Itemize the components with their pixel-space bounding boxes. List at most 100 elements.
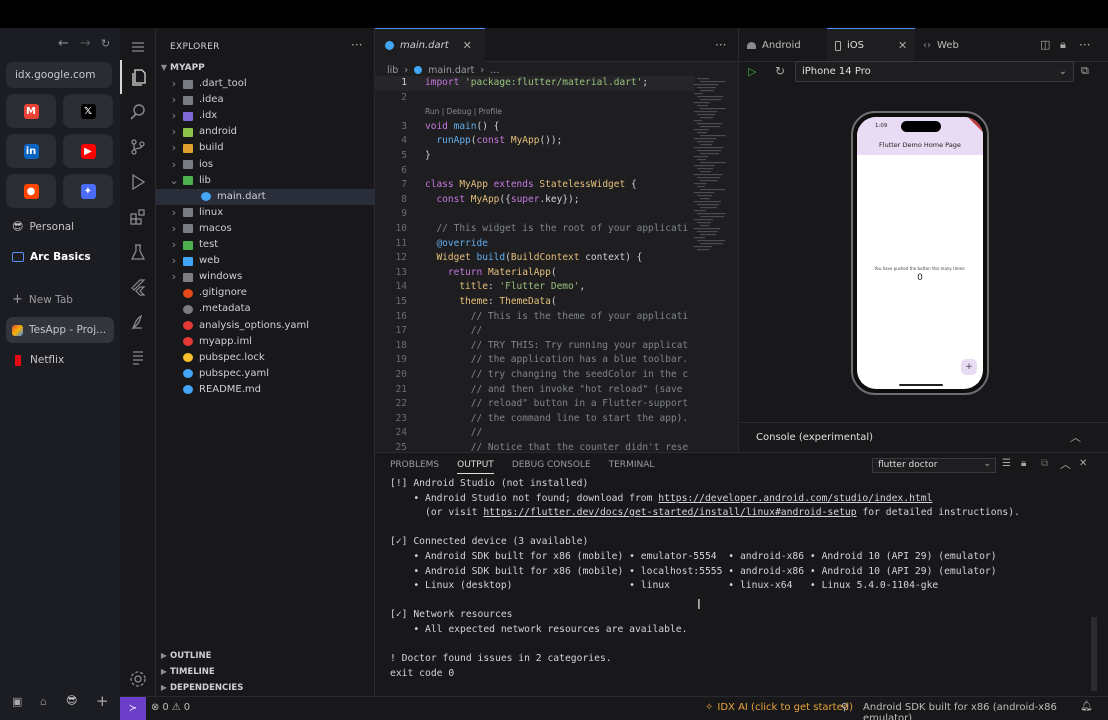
- code-line[interactable]: 3 void main() {: [375, 120, 695, 135]
- code-line[interactable]: 18 // TRY THIS: Try running your applica…: [375, 339, 695, 354]
- favorite-linkedin[interactable]: in: [6, 134, 56, 168]
- space-arc-basics[interactable]: Arc Basics: [6, 244, 114, 270]
- tree-item[interactable]: › .dart_tool: [156, 76, 375, 92]
- tree-item[interactable]: › android: [156, 124, 375, 140]
- close-icon[interactable]: ✕: [463, 39, 472, 52]
- flutter-icon[interactable]: [120, 270, 156, 304]
- tab-netflix[interactable]: Netflix: [6, 347, 114, 373]
- tree-item[interactable]: main.dart: [156, 188, 375, 205]
- code-line[interactable]: 13 return MaterialApp(: [375, 266, 695, 281]
- console-header[interactable]: Console (experimental) ︿: [739, 422, 1108, 452]
- search-icon[interactable]: [120, 95, 156, 129]
- run-debug-icon[interactable]: [120, 165, 156, 199]
- url-bar[interactable]: idx.google.com: [6, 62, 112, 88]
- tree-item[interactable]: › macos: [156, 221, 375, 237]
- source-control-icon[interactable]: [120, 130, 156, 164]
- code-line[interactable]: 9: [375, 207, 695, 222]
- tab-debug-console[interactable]: DEBUG CONSOLE: [512, 460, 591, 474]
- add-icon[interactable]: +: [96, 692, 109, 710]
- tab-ios[interactable]: iOS ✕: [827, 28, 915, 62]
- close-icon[interactable]: ✕: [1079, 458, 1087, 469]
- profile-personal[interactable]: 😎 Personal: [6, 214, 114, 240]
- code-line[interactable]: 2: [375, 91, 695, 106]
- code-line[interactable]: 21 // and then invoke "hot reload" (save: [375, 383, 695, 398]
- favorite-youtube[interactable]: ▶: [63, 134, 113, 168]
- code-line[interactable]: 4 runApp(const MyApp());: [375, 134, 695, 149]
- explorer-icon[interactable]: [120, 60, 156, 94]
- more-actions-icon[interactable]: ···: [351, 38, 362, 52]
- tree-item[interactable]: › test: [156, 237, 375, 253]
- tree-item[interactable]: pubspec.lock: [156, 350, 375, 366]
- code-line[interactable]: 7 class MyApp extends StatelessWidget {: [375, 178, 695, 193]
- code-line[interactable]: 20 // try changing the seedColor in the …: [375, 368, 695, 383]
- tree-item[interactable]: › web: [156, 253, 375, 269]
- breadcrumb-item[interactable]: main.dart: [428, 65, 474, 76]
- tree-item[interactable]: › build: [156, 140, 375, 156]
- code-line[interactable]: 11 @override: [375, 237, 695, 252]
- favorite-x[interactable]: 𝕏: [63, 94, 113, 128]
- chevron-up-icon[interactable]: ︿: [1060, 456, 1071, 472]
- code-line[interactable]: 6: [375, 164, 695, 179]
- tree-item[interactable]: pubspec.yaml: [156, 366, 375, 382]
- archive-icon[interactable]: ⌂: [40, 695, 47, 708]
- tree-item[interactable]: ⌄ lib: [156, 173, 375, 189]
- breadcrumb-item[interactable]: ...: [490, 65, 499, 76]
- scrollbar[interactable]: [1091, 617, 1097, 691]
- device-select[interactable]: iPhone 14 Pro ⌄: [795, 61, 1074, 82]
- breadcrumb-item[interactable]: lib: [387, 65, 398, 76]
- code-line[interactable]: 15 theme: ThemeData(: [375, 295, 695, 310]
- tree-item[interactable]: › windows: [156, 269, 375, 285]
- lock-icon[interactable]: 🔒︎: [1060, 38, 1066, 52]
- settings-gear-icon[interactable]: [120, 662, 156, 696]
- output-link[interactable]: https://developer.android.com/studio/ind…: [658, 493, 932, 504]
- favorite-gmail[interactable]: M: [6, 94, 56, 128]
- section-outline[interactable]: ▶ OUTLINE: [156, 648, 375, 664]
- code-line[interactable]: Run | Debug | Profile: [375, 105, 695, 120]
- profile-emoji-icon[interactable]: 😎: [66, 694, 77, 707]
- output-channel-select[interactable]: flutter doctor ⌄: [872, 458, 996, 473]
- tree-item[interactable]: › ios: [156, 157, 375, 173]
- code-line[interactable]: 5}: [375, 149, 695, 164]
- codelens[interactable]: Run | Debug | Profile: [425, 107, 502, 116]
- fab-increment-button[interactable]: +: [961, 359, 977, 375]
- more-actions-icon[interactable]: ···: [1079, 38, 1090, 52]
- code-line[interactable]: 10 // This widget is the root of your ap…: [375, 222, 695, 237]
- tab-output[interactable]: OUTPUT: [457, 460, 494, 474]
- remote-indicator-icon[interactable]: ≻: [120, 697, 146, 720]
- close-icon[interactable]: ✕: [898, 39, 907, 52]
- problems-count[interactable]: ⊗ 0 ⚠ 0: [151, 702, 190, 713]
- run-icon[interactable]: ▷: [748, 65, 756, 78]
- extensions-icon[interactable]: [120, 200, 156, 234]
- code-line[interactable]: 19 // the application has a blue toolbar…: [375, 353, 695, 368]
- checklist-icon[interactable]: [120, 340, 156, 374]
- favorite-reddit[interactable]: ●: [6, 174, 56, 208]
- gemini-chat-icon[interactable]: [120, 305, 156, 339]
- idx-ai-status[interactable]: ✧ IDX AI (click to get started): [705, 702, 853, 713]
- tree-item[interactable]: .gitignore: [156, 285, 375, 301]
- tab-web[interactable]: ‹› Web: [923, 40, 959, 51]
- refresh-icon[interactable]: ↻: [775, 64, 785, 78]
- chevron-up-icon[interactable]: ︿: [1070, 429, 1081, 445]
- split-editor-icon[interactable]: ◫: [1040, 38, 1050, 51]
- library-icon[interactable]: ▣: [12, 695, 22, 708]
- tab-terminal[interactable]: TERMINAL: [609, 460, 655, 474]
- tree-item[interactable]: README.md: [156, 382, 375, 398]
- tree-item[interactable]: .metadata: [156, 301, 375, 317]
- tree-item[interactable]: › .idea: [156, 92, 375, 108]
- code-line[interactable]: 22 // reload" button in a Flutter-suppor…: [375, 397, 695, 412]
- code-line[interactable]: 12 Widget build(BuildContext context) {: [375, 251, 695, 266]
- tab-android[interactable]: Android: [747, 40, 801, 51]
- forward-icon[interactable]: →: [80, 36, 91, 51]
- lock-icon[interactable]: 🔒︎: [1021, 458, 1026, 469]
- project-root[interactable]: ▼ MYAPP: [156, 60, 375, 76]
- bell-icon[interactable]: 🔔︎: [1080, 701, 1093, 712]
- testing-icon[interactable]: [120, 235, 156, 269]
- code-line[interactable]: 16 // This is the theme of your applicat…: [375, 310, 695, 325]
- new-tab-button[interactable]: + New Tab: [6, 287, 114, 313]
- output-link[interactable]: https://flutter.dev/docs/get-started/ins…: [483, 507, 856, 518]
- filter-list-icon[interactable]: ☰: [1002, 458, 1011, 469]
- code-line[interactable]: 14 title: 'Flutter Demo',: [375, 280, 695, 295]
- code-line[interactable]: 23 // the command line to start the app)…: [375, 412, 695, 427]
- editor-tab-main-dart[interactable]: main.dart ✕: [375, 28, 485, 62]
- code-line[interactable]: 8 const MyApp({super.key});: [375, 193, 695, 208]
